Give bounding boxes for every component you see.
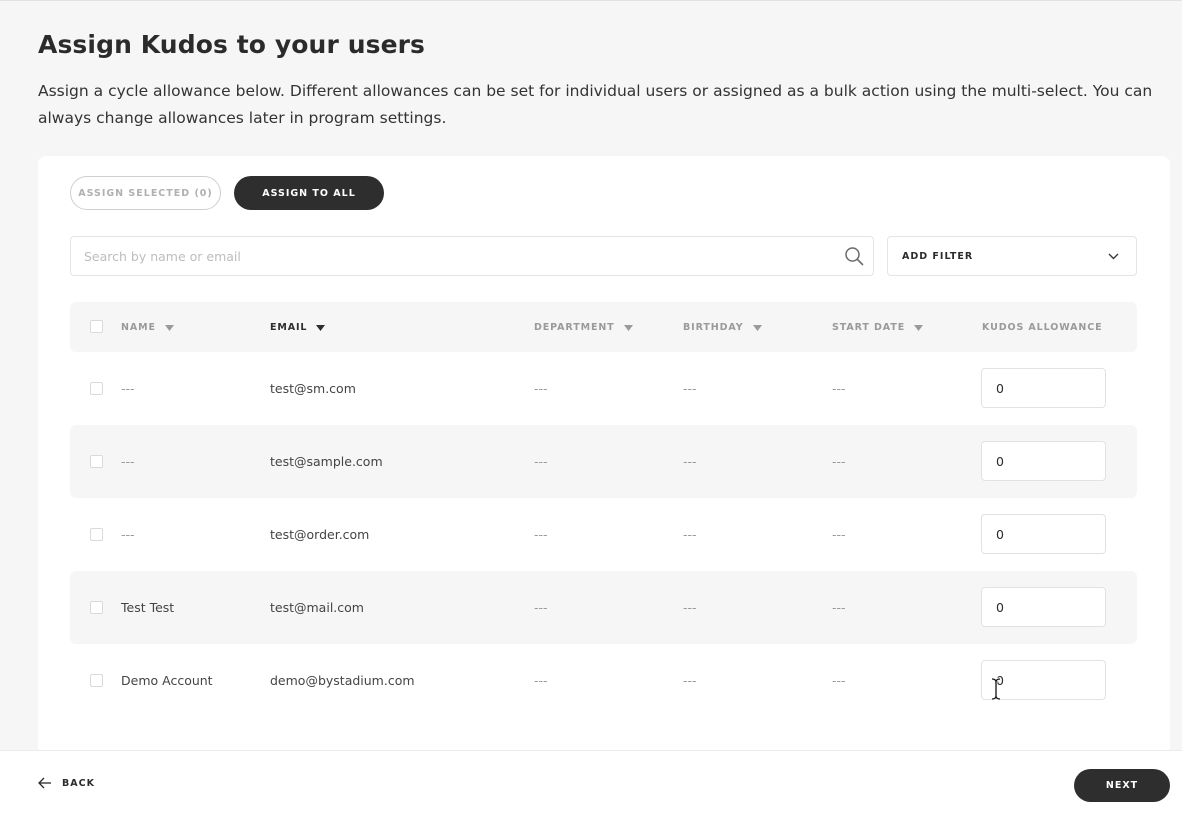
assign-selected-button[interactable]: ASSIGN SELECTED (0) [70, 176, 221, 210]
cell-start-date: --- [832, 673, 846, 688]
text-cursor-icon [991, 677, 1001, 701]
allowance-input[interactable] [981, 587, 1106, 627]
cell-birthday: --- [683, 381, 697, 396]
sort-caret-icon [623, 324, 633, 331]
cell-birthday: --- [683, 527, 697, 542]
users-table: NAME EMAIL DEPARTMENT BIRTHDAY START DAT… [70, 302, 1137, 717]
cell-department: --- [534, 527, 548, 542]
cell-department: --- [534, 381, 548, 396]
table-row: --- test@sample.com --- --- --- [70, 425, 1137, 498]
column-header-kudos-allowance: KUDOS ALLOWANCE [982, 322, 1103, 333]
cell-start-date: --- [832, 600, 846, 615]
cell-birthday: --- [683, 454, 697, 469]
row-checkbox[interactable] [90, 601, 103, 614]
row-checkbox[interactable] [90, 528, 103, 541]
cell-birthday: --- [683, 600, 697, 615]
allowance-input[interactable] [981, 441, 1106, 481]
add-filter-label: ADD FILTER [902, 251, 974, 262]
assign-to-all-button[interactable]: ASSIGN TO ALL [234, 176, 384, 210]
column-header-email[interactable]: EMAIL [270, 322, 326, 333]
page-title: Assign Kudos to your users [38, 30, 426, 59]
cell-name: --- [121, 527, 135, 542]
next-button[interactable]: NEXT [1074, 769, 1170, 802]
column-header-label: BIRTHDAY [683, 322, 744, 333]
column-header-label: START DATE [832, 322, 906, 333]
cell-start-date: --- [832, 454, 846, 469]
table-row: Test Test test@mail.com --- --- --- [70, 571, 1137, 644]
row-checkbox[interactable] [90, 382, 103, 395]
row-checkbox[interactable] [90, 455, 103, 468]
cell-email: test@sm.com [270, 381, 356, 396]
column-header-label: EMAIL [270, 322, 308, 333]
allowance-input[interactable] [981, 514, 1106, 554]
search-icon[interactable] [844, 246, 864, 266]
cell-email: test@sample.com [270, 454, 383, 469]
cell-email: demo@bystadium.com [270, 673, 415, 688]
allowance-input[interactable] [981, 368, 1106, 408]
column-header-birthday[interactable]: BIRTHDAY [683, 322, 762, 333]
column-header-name[interactable]: NAME [121, 322, 174, 333]
column-header-label: KUDOS ALLOWANCE [982, 322, 1103, 333]
top-divider [0, 0, 1182, 1]
cell-department: --- [534, 600, 548, 615]
assign-card: ASSIGN SELECTED (0) ASSIGN TO ALL ADD FI… [38, 156, 1170, 756]
sort-caret-icon [914, 324, 924, 331]
cell-email: test@mail.com [270, 600, 364, 615]
search-input[interactable] [84, 237, 824, 275]
table-row: --- test@order.com --- --- --- [70, 498, 1137, 571]
cell-name: --- [121, 381, 135, 396]
search-box [70, 236, 874, 276]
table-row: Demo Account demo@bystadium.com --- --- … [70, 644, 1137, 717]
table-row: --- test@sm.com --- --- --- [70, 352, 1137, 425]
cell-department: --- [534, 673, 548, 688]
column-header-label: DEPARTMENT [534, 322, 615, 333]
cell-start-date: --- [832, 527, 846, 542]
sort-caret-icon [316, 324, 326, 331]
sort-caret-icon [164, 324, 174, 331]
back-button[interactable]: BACK [38, 777, 95, 789]
page-description: Assign a cycle allowance below. Differen… [38, 82, 1153, 127]
sort-caret-icon [752, 324, 762, 331]
cell-name: --- [121, 454, 135, 469]
cell-email: test@order.com [270, 527, 370, 542]
row-checkbox[interactable] [90, 674, 103, 687]
arrow-left-icon [38, 777, 51, 789]
select-all-checkbox[interactable] [90, 320, 103, 333]
cell-name: Demo Account [121, 673, 213, 688]
chevron-down-icon [1108, 253, 1119, 260]
table-header: NAME EMAIL DEPARTMENT BIRTHDAY START DAT… [70, 302, 1137, 352]
column-header-label: NAME [121, 322, 156, 333]
cell-name: Test Test [121, 600, 175, 615]
add-filter-dropdown[interactable]: ADD FILTER [887, 236, 1137, 276]
back-label: BACK [62, 777, 95, 789]
cell-department: --- [534, 454, 548, 469]
footer-bar: BACK NEXT [0, 750, 1182, 817]
column-header-department[interactable]: DEPARTMENT [534, 322, 633, 333]
cell-birthday: --- [683, 673, 697, 688]
cell-start-date: --- [832, 381, 846, 396]
column-header-start-date[interactable]: START DATE [832, 322, 924, 333]
